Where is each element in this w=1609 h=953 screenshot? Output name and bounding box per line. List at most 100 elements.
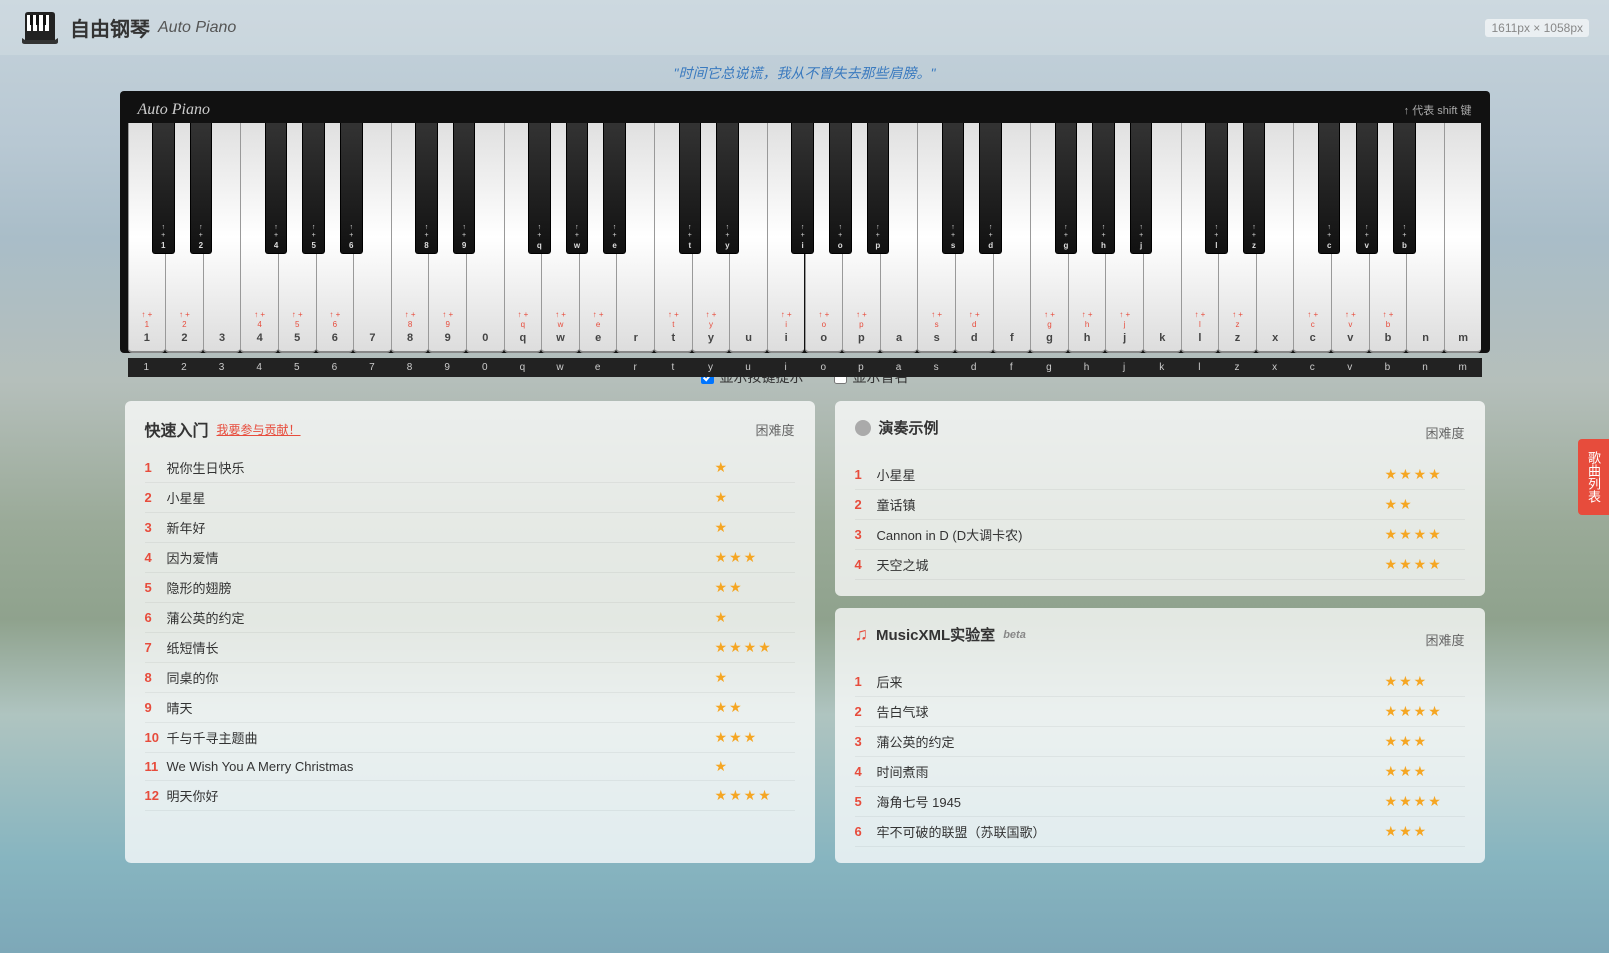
black-key[interactable]: ↑ +t [679,123,702,254]
star-filled: ★ [1428,556,1441,573]
song-name[interactable]: 因为爱情 [167,548,715,567]
star-filled: ★ [715,699,728,716]
black-key[interactable]: ↑ +9 [453,123,476,254]
black-key[interactable]: ↑ +8 [415,123,438,254]
song-name[interactable]: 祝你生日快乐 [167,458,715,477]
song-name[interactable]: 童话镇 [877,495,1385,514]
song-item: 1 祝你生日快乐 ★ [145,453,795,483]
black-key[interactable]: ↑ +y [716,123,739,254]
black-key[interactable]: ↑ +6 [340,123,363,254]
black-key[interactable]: ↑ +z [1243,123,1266,254]
star-filled: ★ [715,579,728,596]
song-name[interactable]: We Wish You A Merry Christmas [167,759,715,774]
black-key[interactable]: ↑ +j [1130,123,1153,254]
star-filled: ★ [715,669,728,686]
black-key[interactable]: ↑ +4 [265,123,288,254]
star-filled: ★ [1399,703,1412,720]
side-tab[interactable]: 歌曲列表 [1578,439,1609,515]
song-name[interactable]: 天空之城 [877,555,1385,574]
black-key[interactable]: ↑ +d [979,123,1002,254]
black-key[interactable]: ↑ +1 [152,123,175,254]
quick-start-panel: 快速入门 我要参与贡献！ 困难度 1 祝你生日快乐 ★ 2 小星星 ★ 3 新年… [125,401,815,863]
song-name[interactable]: 同桌的你 [167,668,715,687]
song-stars: ★★★★ [1385,466,1465,483]
song-item: 2 童话镇 ★★ [855,490,1465,520]
song-number: 11 [145,759,167,774]
song-number: 2 [855,704,877,719]
song-name[interactable]: 明天你好 [167,786,715,805]
black-key[interactable]: ↑ +b [1393,123,1416,254]
song-stars: ★★★ [1385,823,1465,840]
black-key[interactable]: ↑ +v [1356,123,1379,254]
quick-start-song-list: 1 祝你生日快乐 ★ 2 小星星 ★ 3 新年好 ★ 4 因为爱情 ★★★ 5 … [145,453,795,811]
quick-start-header: 快速入门 我要参与贡献！ 困难度 [145,417,795,441]
contribute-link[interactable]: 我要参与贡献！ [217,421,301,438]
black-key[interactable]: ↑ +o [829,123,852,254]
star-filled: ★ [729,579,742,596]
song-name[interactable]: 牢不可破的联盟（苏联国歌） [877,822,1385,841]
key-bottom-label: c [1293,362,1331,373]
black-key[interactable]: ↑ +w [566,123,589,254]
black-key[interactable]: ↑ +c [1318,123,1341,254]
song-name[interactable]: 蒲公英的约定 [877,732,1385,751]
black-key[interactable]: ↑ +l [1205,123,1228,254]
song-item: 2 小星星 ★ [145,483,795,513]
star-filled: ★ [1414,823,1427,840]
quote-text: "时间它总说谎，我从不曾失去那些肩膀。" [674,65,936,81]
key-bottom-label: 9 [428,362,466,373]
song-number: 4 [855,557,877,572]
song-name[interactable]: 蒲公英的约定 [167,608,715,627]
black-key[interactable]: ↑ +2 [190,123,213,254]
song-name[interactable]: Cannon in D (D大调卡农) [877,525,1385,544]
black-key[interactable]: ↑ +p [867,123,890,254]
star-filled: ★ [758,639,771,656]
star-filled: ★ [1414,703,1427,720]
star-filled: ★ [1399,466,1412,483]
musicxml-title: ♫ MusicXML实验室 beta [855,624,1026,645]
piano-logo-icon [20,10,60,45]
song-name[interactable]: 隐形的翅膀 [167,578,715,597]
black-key[interactable]: ↑ +e [603,123,626,254]
musicxml-song-list: 1 后来 ★★★ 2 告白气球 ★★★★ 3 蒲公英的约定 ★★★ 4 时间煮雨… [855,667,1465,847]
star-filled: ★ [1385,823,1398,840]
song-name[interactable]: 告白气球 [877,702,1385,721]
quote-bar: "时间它总说谎，我从不曾失去那些肩膀。" [0,55,1609,91]
song-name[interactable]: 晴天 [167,698,715,717]
song-item: 3 Cannon in D (D大调卡农) ★★★★ [855,520,1465,550]
song-name[interactable]: 后来 [877,672,1385,691]
black-key[interactable]: ↑ +g [1055,123,1078,254]
song-name[interactable]: 小星星 [877,465,1385,484]
black-key[interactable]: ↑ +q [528,123,551,254]
song-item: 1 小星星 ★★★★ [855,460,1465,490]
app-subtitle: Auto Piano [158,19,236,37]
song-name[interactable]: 纸短情长 [167,638,715,657]
key-bottom-label: s [917,362,955,373]
key-bottom-label: v [1331,362,1369,373]
white-key[interactable]: m [1444,123,1482,353]
song-name[interactable]: 小星星 [167,488,715,507]
key-bottom-label: l [1181,362,1219,373]
song-name[interactable]: 新年好 [167,518,715,537]
black-key[interactable]: ↑ +h [1092,123,1115,254]
key-bottom-label: u [729,362,767,373]
song-stars: ★ [715,519,795,536]
key-bottom-label: e [579,362,617,373]
star-filled: ★ [1399,496,1412,513]
black-key[interactable]: ↑ +s [942,123,965,254]
play-circle-icon [855,420,871,436]
song-number: 12 [145,788,167,803]
song-name[interactable]: 千与千寻主题曲 [167,728,715,747]
app-title: 自由钢琴 [70,13,150,42]
song-name[interactable]: 时间煮雨 [877,762,1385,781]
quick-start-title: 快速入门 [145,417,209,441]
key-bottom-label: 2 [165,362,203,373]
key-bottom-label: 4 [240,362,278,373]
song-name[interactable]: 海角七号 1945 [877,792,1385,811]
star-filled: ★ [1414,793,1427,810]
song-stars: ★★★ [1385,673,1465,690]
star-filled: ★ [1385,496,1398,513]
black-key[interactable]: ↑ +i [791,123,814,254]
star-filled: ★ [1399,673,1412,690]
black-key[interactable]: ↑ +5 [302,123,325,254]
song-stars: ★ [715,609,795,626]
